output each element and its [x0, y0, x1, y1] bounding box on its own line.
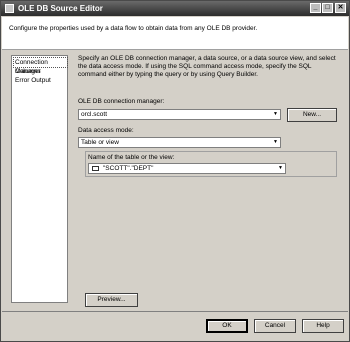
new-connection-button[interactable]: New... [287, 108, 337, 122]
table-name-select[interactable]: "SCOTT"."DEPT" ▼ [88, 163, 286, 174]
data-access-mode-label: Data access mode: [78, 127, 134, 134]
footer-divider [2, 311, 348, 312]
title-bar[interactable]: OLE DB Source Editor _ □ ✕ [1, 1, 349, 16]
data-access-mode-value: Table or view [81, 139, 119, 146]
connection-manager-select[interactable]: orcl.scott ▼ [78, 109, 281, 120]
close-icon[interactable]: ✕ [335, 3, 346, 13]
page-navigation-list[interactable]: Connection Manager Columns Error Output [11, 55, 68, 303]
window-title: OLE DB Source Editor [18, 4, 103, 13]
connection-manager-value: orcl.scott [81, 111, 108, 118]
connection-manager-page: Specify an OLE DB connection manager, a … [71, 55, 339, 309]
nav-item-error-output[interactable]: Error Output [14, 76, 52, 85]
preview-button[interactable]: Preview... [85, 293, 138, 307]
nav-item-columns[interactable]: Columns [14, 67, 42, 76]
page-description: Specify an OLE DB connection manager, a … [78, 55, 336, 78]
table-name-value: "SCOTT"."DEPT" [103, 165, 154, 172]
header-description: Configure the properties used by a data … [9, 25, 258, 32]
minimize-icon[interactable]: _ [310, 3, 321, 13]
table-name-group: Name of the table or the view: "SCOTT"."… [85, 151, 337, 177]
header-band: Configure the properties used by a data … [2, 17, 348, 50]
ok-button[interactable]: OK [206, 319, 248, 333]
chevron-down-icon[interactable]: ▼ [276, 164, 285, 173]
chevron-down-icon[interactable]: ▼ [271, 138, 280, 147]
table-name-label: Name of the table or the view: [88, 154, 175, 161]
data-access-mode-select[interactable]: Table or view ▼ [78, 137, 281, 148]
app-icon [5, 4, 14, 13]
cancel-button[interactable]: Cancel [254, 319, 296, 333]
chevron-down-icon[interactable]: ▼ [271, 110, 280, 119]
ole-db-source-editor-window: OLE DB Source Editor _ □ ✕ Configure the… [0, 0, 350, 342]
nav-item-connection-manager[interactable]: Connection Manager [13, 57, 68, 75]
connection-manager-label: OLE DB connection manager: [78, 98, 165, 105]
table-icon [92, 166, 99, 171]
help-button[interactable]: Help [302, 319, 344, 333]
maximize-icon[interactable]: □ [322, 3, 333, 13]
